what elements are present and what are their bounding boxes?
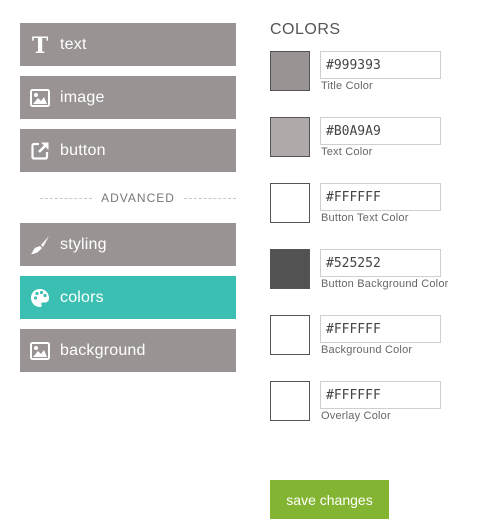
color-swatch[interactable] xyxy=(270,51,310,91)
sidebar-item-label: image xyxy=(60,88,105,106)
color-field-button-background: Button Background Color xyxy=(270,249,480,309)
save-changes-button[interactable]: save changes xyxy=(270,480,389,519)
divider-line xyxy=(183,197,237,199)
color-label: Button Text Color xyxy=(321,212,409,224)
hex-input[interactable] xyxy=(320,117,441,145)
hex-input[interactable] xyxy=(320,183,441,211)
hex-input[interactable] xyxy=(320,381,441,409)
palette-icon xyxy=(29,287,51,309)
color-field-text: Text Color xyxy=(270,117,480,177)
color-label: Overlay Color xyxy=(321,410,391,422)
sidebar-item-label: button xyxy=(60,141,106,159)
sidebar-item-image[interactable]: image xyxy=(20,76,236,119)
color-field-overlay: Overlay Color xyxy=(270,381,480,441)
color-field-button-text: Button Text Color xyxy=(270,183,480,243)
color-swatch[interactable] xyxy=(270,249,310,289)
color-label: Text Color xyxy=(321,146,373,158)
color-field-title: Title Color xyxy=(270,51,480,111)
sidebar-item-styling[interactable]: styling xyxy=(20,223,236,266)
hex-input[interactable] xyxy=(320,249,441,277)
editor-page: T text image button ADVANCED styling col… xyxy=(0,0,487,530)
external-link-icon xyxy=(29,140,51,162)
sidebar-item-label: colors xyxy=(60,288,104,306)
divider-line xyxy=(40,197,93,199)
advanced-label: ADVANCED xyxy=(101,191,175,205)
sidebar-item-label: background xyxy=(60,341,146,359)
color-swatch[interactable] xyxy=(270,315,310,355)
color-swatch[interactable] xyxy=(270,183,310,223)
color-label: Title Color xyxy=(321,80,373,92)
color-label: Button Background Color xyxy=(321,278,449,290)
color-swatch[interactable] xyxy=(270,117,310,157)
image-icon xyxy=(29,340,51,362)
color-label: Background Color xyxy=(321,344,413,356)
image-icon xyxy=(29,87,51,109)
svg-text:T: T xyxy=(32,34,49,56)
hex-input[interactable] xyxy=(320,315,441,343)
hex-input[interactable] xyxy=(320,51,441,79)
colors-heading: COLORS xyxy=(270,21,341,38)
sidebar-item-background[interactable]: background xyxy=(20,329,236,372)
sidebar-item-label: text xyxy=(60,35,87,53)
sidebar-item-button[interactable]: button xyxy=(20,129,236,172)
color-field-background: Background Color xyxy=(270,315,480,375)
sidebar-item-label: styling xyxy=(60,235,107,253)
advanced-separator: ADVANCED xyxy=(40,189,237,207)
text-icon: T xyxy=(29,34,51,56)
sidebar-item-colors[interactable]: colors xyxy=(20,276,236,319)
color-swatch[interactable] xyxy=(270,381,310,421)
sidebar-item-text[interactable]: T text xyxy=(20,23,236,66)
paintbrush-icon xyxy=(29,234,51,256)
